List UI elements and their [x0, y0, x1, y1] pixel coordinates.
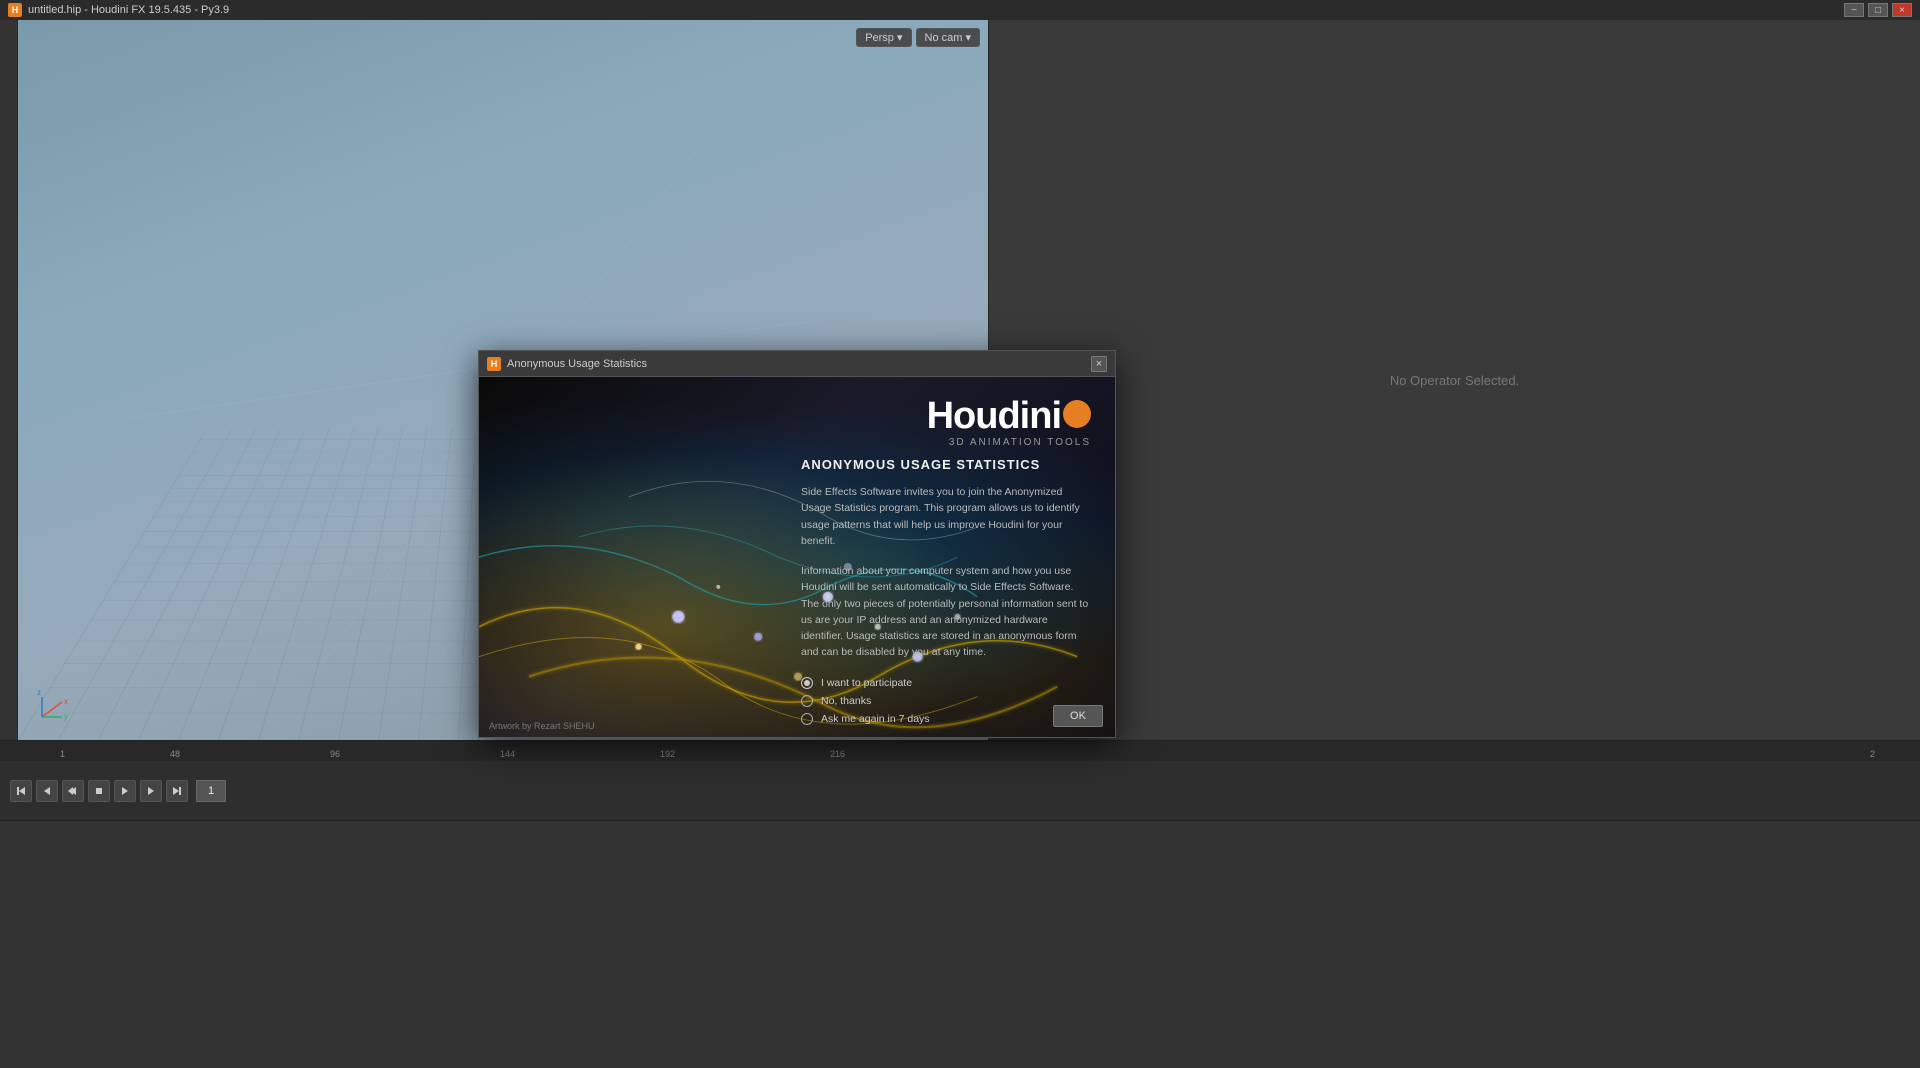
timeline-mark: 48 — [170, 749, 180, 759]
timeline-controls — [0, 763, 1920, 819]
minimize-button[interactable]: − — [1844, 3, 1864, 17]
radio-ask-later-label: Ask me again in 7 days — [821, 713, 930, 725]
frame-input[interactable] — [196, 780, 226, 802]
go-start-icon — [15, 785, 27, 797]
go-start-button[interactable] — [10, 780, 32, 802]
modal-dialog: H Anonymous Usage Statistics × — [478, 350, 1116, 738]
status-bar — [0, 820, 1920, 1068]
timeline-mark: 1 — [60, 749, 65, 759]
modal-heading: ANONYMOUS USAGE STATISTICS — [801, 457, 1091, 472]
radio-no-thanks-circle[interactable] — [801, 695, 813, 707]
modal-paragraph-2: Information about your computer system a… — [801, 563, 1091, 661]
ok-button[interactable]: OK — [1053, 705, 1103, 727]
step-forward-icon — [145, 785, 157, 797]
step-back-icon — [41, 785, 53, 797]
timeline-mark: 2 — [1870, 749, 1875, 759]
persp-button[interactable]: Persp ▾ — [856, 28, 911, 47]
modal-paragraph-1: Side Effects Software invites you to joi… — [801, 484, 1091, 549]
houdini-brand-sub: 3D ANIMATION TOOLS — [927, 437, 1091, 448]
close-window-button[interactable]: × — [1892, 3, 1912, 17]
modal-content-area: ANONYMOUS USAGE STATISTICS Side Effects … — [801, 457, 1091, 737]
timeline-mark: 192 — [660, 749, 675, 759]
timeline-mark: 144 — [500, 749, 515, 759]
right-panel: No Operator Selected. — [988, 20, 1920, 740]
radio-ask-later-circle[interactable] — [801, 713, 813, 725]
modal-houdini-icon: H — [487, 357, 501, 371]
title-bar-left: H untitled.hip - Houdini FX 19.5.435 - P… — [8, 3, 229, 17]
radio-participate-circle[interactable] — [801, 677, 813, 689]
houdini-brand-name: Houdini — [927, 397, 1091, 435]
window-title: untitled.hip - Houdini FX 19.5.435 - Py3… — [28, 4, 229, 16]
artwork-credit: Artwork by Rezart SHEHU — [489, 721, 595, 731]
title-bar: H untitled.hip - Houdini FX 19.5.435 - P… — [0, 0, 1920, 20]
radio-no-thanks[interactable]: No, thanks — [801, 695, 1091, 707]
modal-titlebar: H Anonymous Usage Statistics × — [479, 351, 1115, 377]
radio-ask-later[interactable]: Ask me again in 7 days — [801, 713, 1091, 725]
no-operator-label: No Operator Selected. — [1390, 373, 1519, 388]
timeline-ruler: 1 48 96 144 192 216 2 — [0, 741, 1920, 761]
axis-svg: x y z — [32, 687, 72, 727]
no-cam-button[interactable]: No cam ▾ — [916, 28, 980, 47]
left-panel — [0, 20, 18, 740]
svg-text:x: x — [64, 697, 68, 706]
go-end-button[interactable] — [166, 780, 188, 802]
houdini-brand-logo-icon — [1063, 400, 1091, 428]
svg-text:z: z — [37, 688, 41, 697]
timeline-mark: 96 — [330, 749, 340, 759]
title-bar-controls: − □ × — [1844, 3, 1912, 17]
play-icon — [119, 785, 131, 797]
radio-participate[interactable]: I want to participate — [801, 677, 1091, 689]
play-back-button[interactable] — [62, 780, 84, 802]
step-back-button[interactable] — [36, 780, 58, 802]
step-forward-button[interactable] — [140, 780, 162, 802]
modal-image-area: Houdini 3D ANIMATION TOOLS ANONYMOUS USA… — [479, 377, 1115, 737]
houdini-branding: Houdini 3D ANIMATION TOOLS — [927, 397, 1091, 448]
timeline: 1 48 96 144 192 216 2 — [0, 740, 1920, 820]
radio-participate-label: I want to participate — [821, 677, 912, 689]
stop-icon — [93, 785, 105, 797]
timeline-mark: 216 — [830, 749, 845, 759]
play-back-icon — [67, 785, 79, 797]
stop-button[interactable] — [88, 780, 110, 802]
maximize-button[interactable]: □ — [1868, 3, 1888, 17]
radio-no-thanks-label: No, thanks — [821, 695, 871, 707]
modal-title: Anonymous Usage Statistics — [507, 358, 647, 370]
svg-text:H: H — [491, 359, 498, 369]
svg-text:H: H — [12, 5, 19, 15]
svg-text:y: y — [64, 712, 68, 721]
viewport-controls: Persp ▾ No cam ▾ — [856, 28, 980, 47]
axis-indicator: x y z — [32, 687, 72, 730]
modal-title-left: H Anonymous Usage Statistics — [487, 357, 647, 371]
play-button[interactable] — [114, 780, 136, 802]
go-end-icon — [171, 785, 183, 797]
modal-close-button[interactable]: × — [1091, 356, 1107, 372]
houdini-app-icon: H — [8, 3, 22, 17]
